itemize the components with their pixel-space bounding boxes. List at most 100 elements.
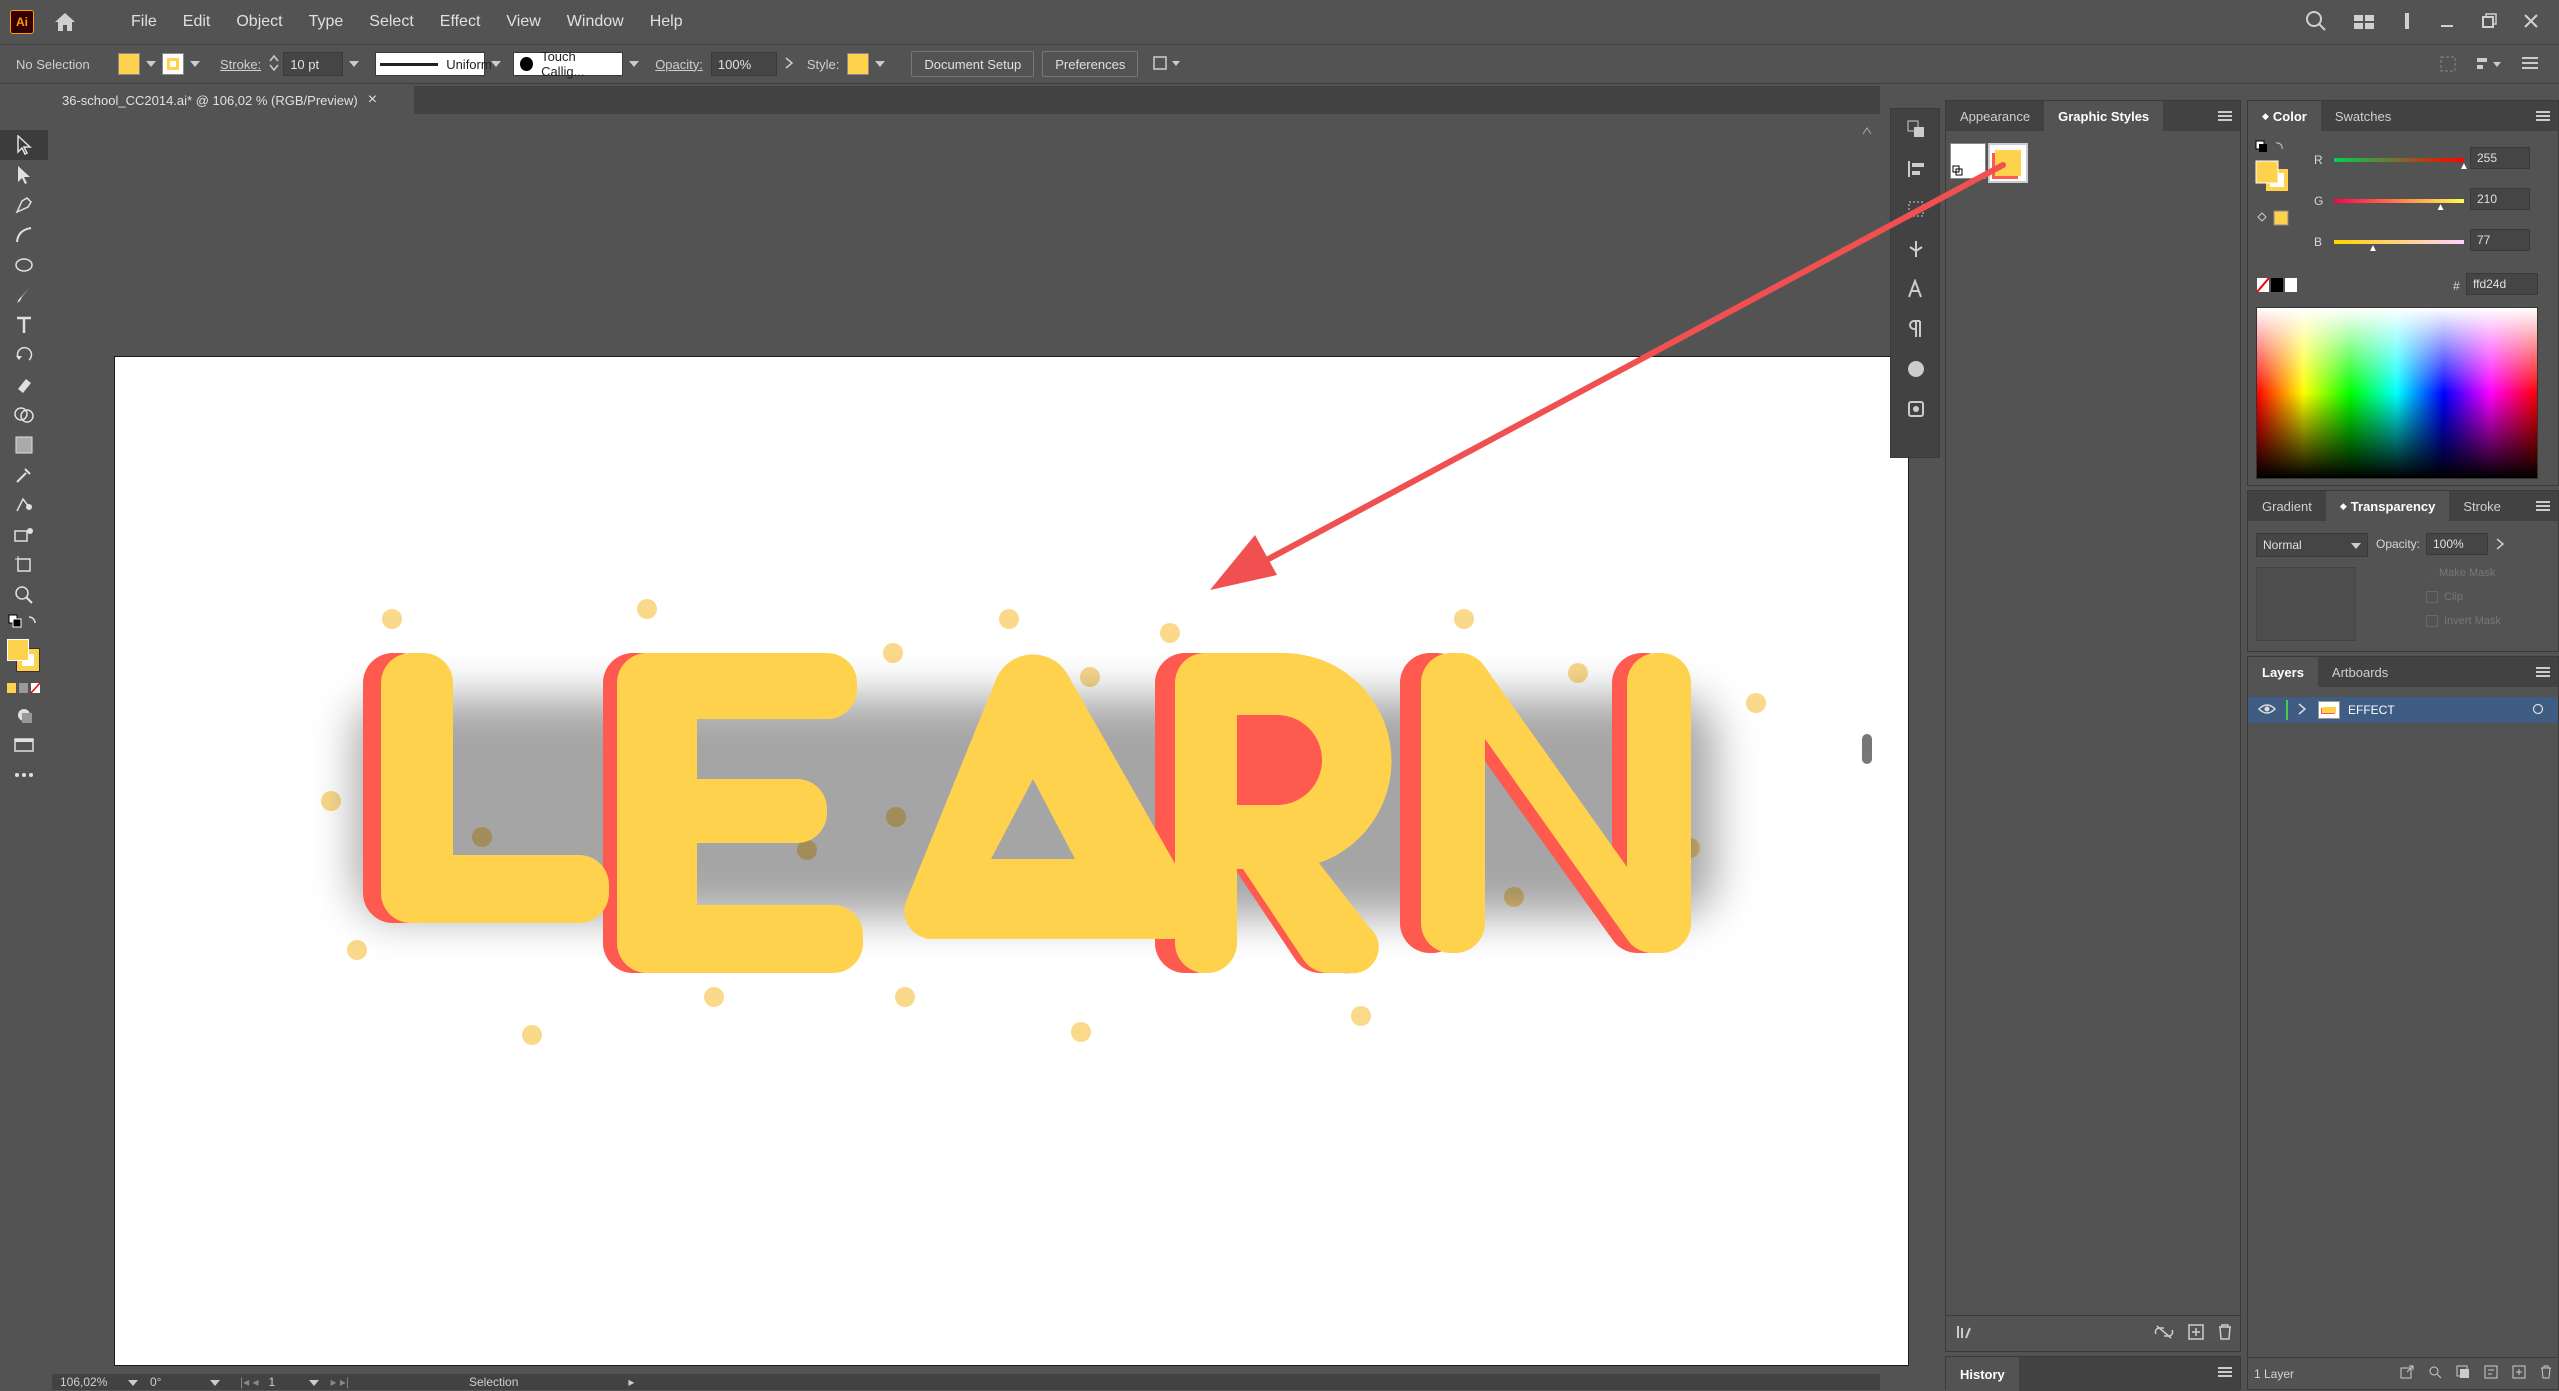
menu-object[interactable]: Object — [223, 13, 295, 31]
stroke-weight-field[interactable]: 10 pt — [283, 52, 344, 76]
g-slider-thumb[interactable]: ▲ — [2436, 202, 2446, 213]
shape-builder-tool-icon[interactable] — [0, 400, 48, 430]
paragraph-panel-icon[interactable] — [1891, 309, 1941, 349]
tab-stroke[interactable]: Stroke — [2449, 491, 2515, 521]
panel-menu-icon[interactable] — [2536, 109, 2550, 125]
align-panel-icon[interactable] — [1891, 149, 1941, 189]
character-panel-icon[interactable] — [1891, 269, 1941, 309]
rotation-field[interactable]: 0° — [150, 1375, 210, 1389]
b-slider[interactable] — [2334, 240, 2464, 244]
locate-object-icon[interactable] — [2428, 1365, 2442, 1382]
curvature-tool-icon[interactable] — [0, 220, 48, 250]
learn-artwork[interactable]: LEARN — [115, 357, 1910, 1367]
artboards-panel-icon[interactable] — [1891, 109, 1941, 149]
status-menu-icon[interactable]: ▸ — [628, 1375, 634, 1389]
fill-stroke-indicator[interactable] — [2254, 139, 2294, 249]
chevron-right-icon[interactable] — [2496, 537, 2505, 553]
learn-graphic-style[interactable] — [1988, 143, 2028, 183]
layer-row[interactable]: EFFECT — [2248, 697, 2558, 723]
menu-help[interactable]: Help — [637, 13, 696, 31]
libraries-panel-icon[interactable] — [1891, 389, 1941, 429]
preferences-button[interactable]: Preferences — [1042, 51, 1139, 77]
artboard[interactable]: LEARN — [114, 356, 1909, 1366]
close-icon[interactable] — [2523, 13, 2539, 32]
color-mode-icons[interactable] — [0, 676, 48, 700]
chevron-right-icon[interactable] — [785, 56, 794, 72]
tab-gradient[interactable]: Gradient — [2248, 491, 2326, 521]
new-style-icon[interactable] — [2188, 1324, 2204, 1343]
draw-mode-icon[interactable] — [0, 700, 48, 730]
b-value-field[interactable]: 77 — [2470, 229, 2530, 251]
b-slider-thumb[interactable]: ▲ — [2368, 243, 2378, 254]
chevron-down-icon[interactable] — [629, 59, 640, 69]
artboard-number-field[interactable]: 1 — [269, 1375, 309, 1389]
tab-appearance[interactable]: Appearance — [1946, 101, 2044, 131]
menu-type[interactable]: Type — [296, 13, 357, 31]
pen-tool-icon[interactable] — [0, 190, 48, 220]
zoom-tool-icon[interactable] — [0, 580, 48, 610]
tab-artboards[interactable]: Artboards — [2318, 657, 2402, 687]
workspace-icon[interactable] — [2353, 12, 2375, 33]
chevron-down-icon[interactable] — [349, 59, 360, 69]
rotate-tool-icon[interactable] — [0, 340, 48, 370]
gradient-tool-icon[interactable] — [0, 430, 48, 460]
type-tool-icon[interactable] — [0, 310, 48, 340]
menu-effect[interactable]: Effect — [427, 13, 494, 31]
panel-menu-icon[interactable] — [2218, 1365, 2232, 1381]
panel-menu-icon[interactable] — [2521, 55, 2539, 76]
minimize-icon[interactable] — [2439, 13, 2455, 32]
r-value-field[interactable]: 255 — [2470, 147, 2530, 169]
tab-history[interactable]: History — [1946, 1357, 2019, 1391]
default-graphic-style[interactable] — [1950, 143, 1986, 179]
menu-view[interactable]: View — [493, 13, 553, 31]
menu-file[interactable]: File — [118, 13, 170, 31]
style-swatch[interactable] — [847, 53, 870, 75]
color-spectrum[interactable] — [2256, 307, 2538, 479]
blend-mode-select[interactable]: Normal — [2256, 533, 2368, 557]
clip-checkbox[interactable]: Clip — [2426, 591, 2463, 603]
chevron-down-icon[interactable] — [128, 1375, 138, 1389]
symbol-sprayer-tool-icon[interactable] — [0, 520, 48, 550]
target-icon[interactable] — [2532, 702, 2544, 718]
search-icon[interactable] — [2305, 10, 2327, 35]
panel-menu-icon[interactable] — [2218, 109, 2232, 125]
r-slider-thumb[interactable]: ▲ — [2459, 161, 2469, 172]
export-icon[interactable] — [2400, 1365, 2414, 1382]
trash-icon[interactable] — [2218, 1324, 2232, 1343]
screen-mode-icon[interactable] — [0, 730, 48, 760]
paintbrush-tool-icon[interactable] — [0, 280, 48, 310]
zoom-field[interactable]: 106,02% — [60, 1375, 128, 1389]
tab-transparency[interactable]: ◆ Transparency — [2325, 491, 2450, 521]
arrange-icon[interactable] — [1152, 53, 1182, 76]
break-link-icon[interactable] — [2154, 1324, 2174, 1343]
menu-select[interactable]: Select — [356, 13, 426, 31]
menu-window[interactable]: Window — [554, 13, 637, 31]
close-tab-icon[interactable]: × — [368, 91, 377, 109]
chevron-down-icon[interactable] — [146, 59, 156, 69]
color-guide-panel-icon[interactable] — [1891, 349, 1941, 389]
more-tools-icon[interactable] — [0, 760, 48, 790]
fill-swatch[interactable] — [118, 53, 140, 75]
selection-tool-icon[interactable] — [0, 130, 48, 160]
new-layer-icon[interactable] — [2512, 1365, 2526, 1382]
chevron-down-icon[interactable] — [308, 1375, 319, 1389]
clipping-mask-icon[interactable] — [2456, 1365, 2470, 1382]
tab-layers[interactable]: Layers — [2248, 657, 2318, 687]
vertical-scrollbar[interactable] — [1860, 124, 1874, 1364]
eraser-tool-icon[interactable] — [0, 370, 48, 400]
tab-color[interactable]: ◆ Color — [2248, 101, 2321, 131]
default-colors-icon[interactable] — [0, 610, 48, 636]
eye-icon[interactable] — [2257, 702, 2277, 718]
layer-name[interactable]: EFFECT — [2348, 703, 2395, 717]
artboard-tool-icon[interactable] — [0, 550, 48, 580]
document-setup-button[interactable]: Document Setup — [911, 51, 1035, 77]
align-icon[interactable] — [2475, 55, 2503, 76]
eyedropper-tool-icon[interactable] — [0, 460, 48, 490]
invert-mask-checkbox[interactable]: Invert Mask — [2426, 615, 2501, 627]
transparency-opacity-field[interactable]: 100% — [2426, 533, 2488, 555]
panel-menu-icon[interactable] — [2536, 499, 2550, 515]
transform-icon[interactable] — [2439, 55, 2457, 76]
fill-stroke-swatches[interactable] — [0, 636, 48, 676]
tab-graphic-styles[interactable]: Graphic Styles — [2044, 101, 2164, 131]
restore-icon[interactable] — [2481, 13, 2497, 32]
